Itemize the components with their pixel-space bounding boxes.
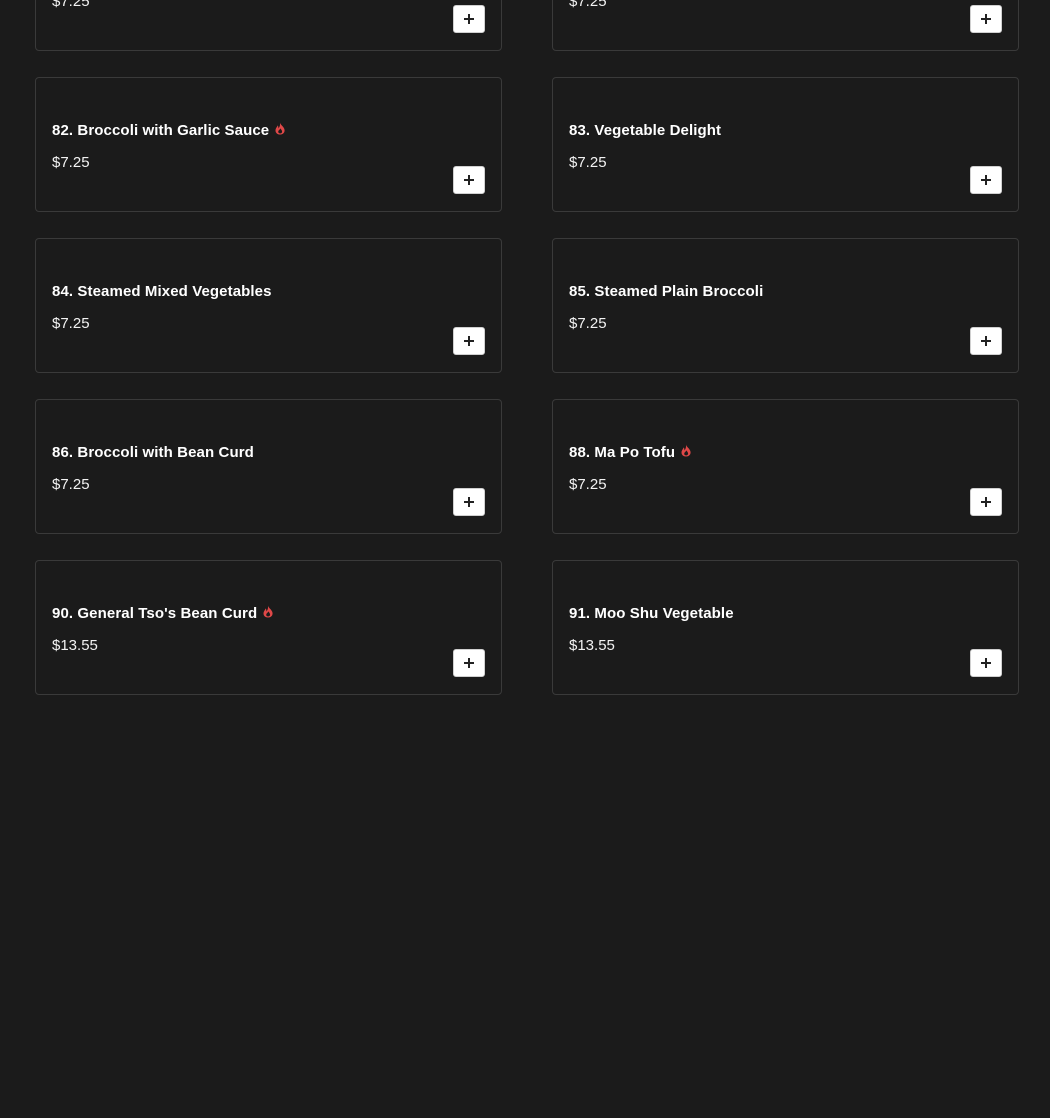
plus-icon (981, 14, 991, 24)
menu-item-price: $13.55 (52, 637, 98, 654)
spicy-flame-icon (263, 604, 273, 618)
add-to-cart-button[interactable] (970, 166, 1002, 194)
menu-item-price: $7.25 (569, 315, 607, 332)
menu-item-card[interactable]: 86. Broccoli with Bean Curd $7.25 (35, 399, 502, 534)
menu-item-name-line: 88. Ma Po Tofu (569, 441, 692, 463)
menu-item-card[interactable]: 90. General Tso's Bean Curd $13.55 (35, 560, 502, 695)
plus-icon (981, 658, 991, 668)
menu-item-price: $7.25 (52, 0, 90, 10)
menu-item-name-line: 85. Steamed Plain Broccoli (569, 280, 763, 302)
menu-item-card[interactable]: 83. Vegetable Delight $7.25 (552, 77, 1019, 212)
menu-item-name-line: 90. General Tso's Bean Curd (52, 602, 274, 624)
menu-item-price: $7.25 (52, 154, 90, 171)
add-to-cart-button[interactable] (970, 5, 1002, 33)
menu-item-price: $7.25 (52, 476, 90, 493)
menu-item-name-line: 86. Broccoli with Bean Curd (52, 441, 254, 463)
menu-item-price: $7.25 (569, 476, 607, 493)
menu-item-card[interactable]: 85. Steamed Plain Broccoli $7.25 (552, 238, 1019, 373)
add-to-cart-button[interactable] (453, 488, 485, 516)
menu-item-card[interactable]: 88. Ma Po Tofu $7.25 (552, 399, 1019, 534)
menu-item-price: $7.25 (569, 0, 607, 10)
menu-item-name: 86. Broccoli with Bean Curd (52, 443, 254, 461)
menu-item-name: 91. Moo Shu Vegetable (569, 604, 734, 622)
menu-item-price: $13.55 (569, 637, 615, 654)
menu-item-name-line: 83. Vegetable Delight (569, 119, 721, 141)
plus-icon (981, 336, 991, 346)
plus-icon (981, 497, 991, 507)
menu-item-card[interactable]: 82. Broccoli with Garlic Sauce $7.25 (35, 77, 502, 212)
menu-item-name: 90. General Tso's Bean Curd (52, 604, 258, 622)
add-to-cart-button[interactable] (970, 488, 1002, 516)
plus-icon (464, 14, 474, 24)
plus-icon (464, 658, 474, 668)
menu-item-card[interactable]: 91. Moo Shu Vegetable $13.55 (552, 560, 1019, 695)
plus-icon (464, 497, 474, 507)
menu-item-name: 85. Steamed Plain Broccoli (569, 282, 764, 300)
menu-item-card[interactable]: $7.25 (552, 0, 1019, 51)
menu-item-price: $7.25 (569, 154, 607, 171)
add-to-cart-button[interactable] (453, 327, 485, 355)
menu-item-grid: $7.25 $7.25 82. Broccoli with Garlic Sau… (0, 0, 1050, 1118)
menu-item-name: 84. Steamed Mixed Vegetables (52, 282, 272, 300)
menu-item-name-line: 82. Broccoli with Garlic Sauce (52, 119, 286, 141)
spicy-flame-icon (681, 443, 691, 457)
add-to-cart-button[interactable] (453, 166, 485, 194)
spicy-flame-icon (275, 121, 285, 135)
menu-item-name: 82. Broccoli with Garlic Sauce (52, 121, 270, 139)
plus-icon (464, 336, 474, 346)
plus-icon (464, 175, 474, 185)
add-to-cart-button[interactable] (970, 649, 1002, 677)
menu-item-name: 83. Vegetable Delight (569, 121, 722, 139)
menu-item-name-line: 84. Steamed Mixed Vegetables (52, 280, 272, 302)
add-to-cart-button[interactable] (453, 5, 485, 33)
menu-item-card[interactable]: $7.25 (35, 0, 502, 51)
menu-item-card[interactable]: 84. Steamed Mixed Vegetables $7.25 (35, 238, 502, 373)
menu-item-name: 88. Ma Po Tofu (569, 443, 676, 461)
add-to-cart-button[interactable] (970, 327, 1002, 355)
menu-item-price: $7.25 (52, 315, 90, 332)
add-to-cart-button[interactable] (453, 649, 485, 677)
menu-item-name-line: 91. Moo Shu Vegetable (569, 602, 734, 624)
plus-icon (981, 175, 991, 185)
